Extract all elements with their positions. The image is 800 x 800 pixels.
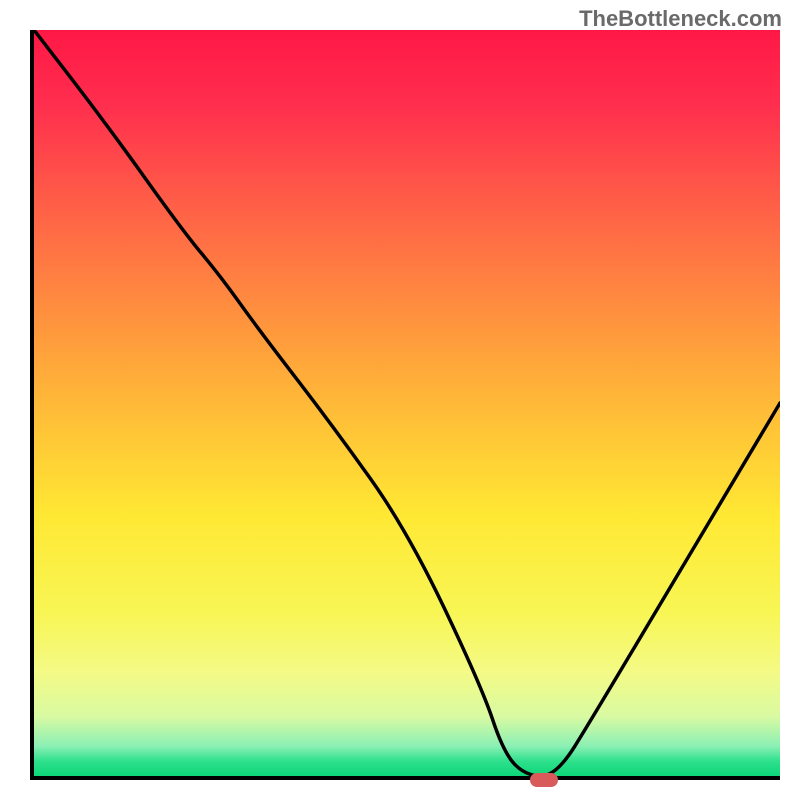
watermark-text: TheBottleneck.com [579,6,782,32]
bottleneck-curve [34,30,780,776]
optimum-marker [530,773,558,787]
plot-area [30,30,780,780]
chart-container: TheBottleneck.com [0,0,800,800]
